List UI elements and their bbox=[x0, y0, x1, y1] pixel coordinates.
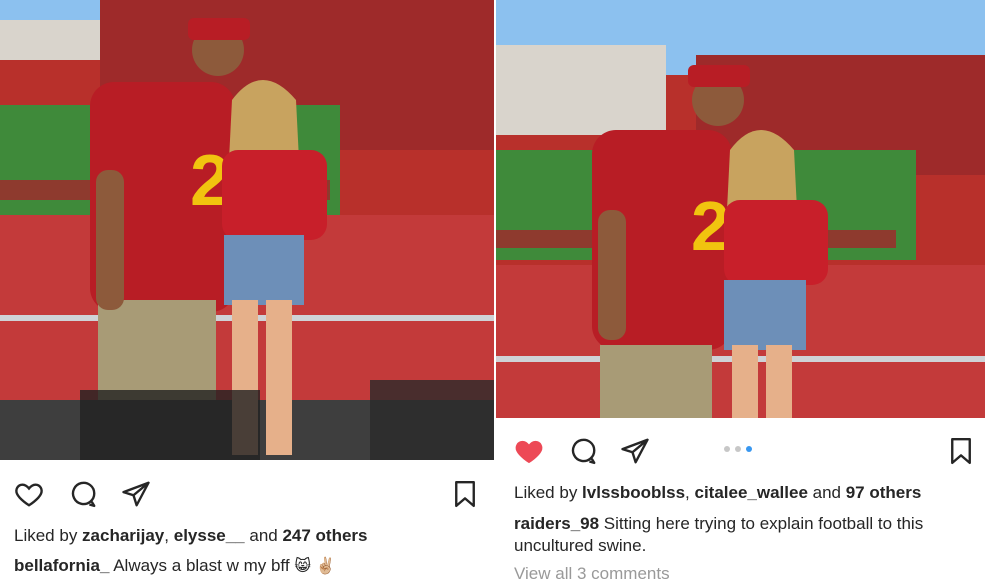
comment-button[interactable] bbox=[566, 434, 600, 468]
instagram-post-left: 2 Liked by zacharijay, elysse__ and 247 … bbox=[0, 0, 494, 582]
liked-user-link[interactable]: elysse__ bbox=[174, 526, 245, 545]
stadium-photo: 2 bbox=[0, 0, 494, 460]
liked-and: and bbox=[244, 526, 283, 545]
view-comments-link[interactable]: View all 3 comments bbox=[514, 563, 975, 582]
liked-prefix: Liked by bbox=[514, 483, 583, 502]
post-actions bbox=[0, 473, 494, 513]
share-button[interactable] bbox=[618, 434, 652, 468]
comment-icon bbox=[71, 481, 96, 508]
heart-icon bbox=[15, 483, 43, 507]
cat-emoji-icon: 😸 bbox=[294, 557, 311, 575]
likes-line: Liked by zacharijay, elysse__ and 247 ot… bbox=[14, 525, 484, 547]
post-actions bbox=[496, 430, 985, 470]
stadium-photo: 2 bbox=[496, 0, 985, 418]
save-button[interactable] bbox=[944, 434, 978, 468]
like-button[interactable] bbox=[12, 477, 46, 511]
heart-filled-icon bbox=[515, 440, 543, 464]
victory-hand-emoji-icon: ✌🏼 bbox=[315, 557, 336, 575]
comment-button[interactable] bbox=[66, 477, 100, 511]
liked-user-link[interactable]: zacharijay bbox=[82, 526, 164, 545]
share-icon bbox=[122, 481, 150, 507]
save-button[interactable] bbox=[448, 477, 482, 511]
likes-line: Liked by lvlssbooblss, citalee_wallee an… bbox=[514, 482, 975, 504]
liked-prefix: Liked by bbox=[14, 526, 83, 545]
liked-user-link[interactable]: lvlssbooblss bbox=[582, 483, 685, 502]
likes-count-link[interactable]: 247 others bbox=[282, 526, 367, 545]
caption-username[interactable]: bellafornia_ bbox=[14, 556, 109, 575]
instagram-post-right: 2 Liked by lvlssbooblss, citalee_wallee … bbox=[496, 0, 985, 582]
caption-text: Always a blast w my bff bbox=[109, 556, 290, 575]
share-icon bbox=[621, 438, 649, 464]
caption-username[interactable]: raiders_98 bbox=[514, 514, 599, 533]
carousel-dot bbox=[724, 446, 730, 452]
like-button[interactable] bbox=[512, 434, 546, 468]
likes-count-link[interactable]: 97 others bbox=[846, 483, 922, 502]
carousel-dot bbox=[735, 446, 741, 452]
post-photo[interactable]: 2 bbox=[0, 0, 494, 460]
post-photo[interactable]: 2 bbox=[496, 0, 985, 418]
carousel-indicator bbox=[724, 446, 752, 452]
liked-separator: , bbox=[164, 526, 174, 545]
caption-line: bellafornia_ Always a blast w my bff 😸 ✌… bbox=[14, 555, 484, 578]
bookmark-icon bbox=[951, 437, 971, 465]
liked-and: and bbox=[807, 483, 846, 502]
share-button[interactable] bbox=[119, 477, 153, 511]
carousel-dot-active bbox=[746, 446, 752, 452]
bookmark-icon bbox=[455, 480, 475, 508]
liked-user-link[interactable]: citalee_wallee bbox=[694, 483, 807, 502]
caption-line: raiders_98 Sitting here trying to explai… bbox=[514, 513, 969, 557]
comment-icon bbox=[571, 438, 596, 465]
